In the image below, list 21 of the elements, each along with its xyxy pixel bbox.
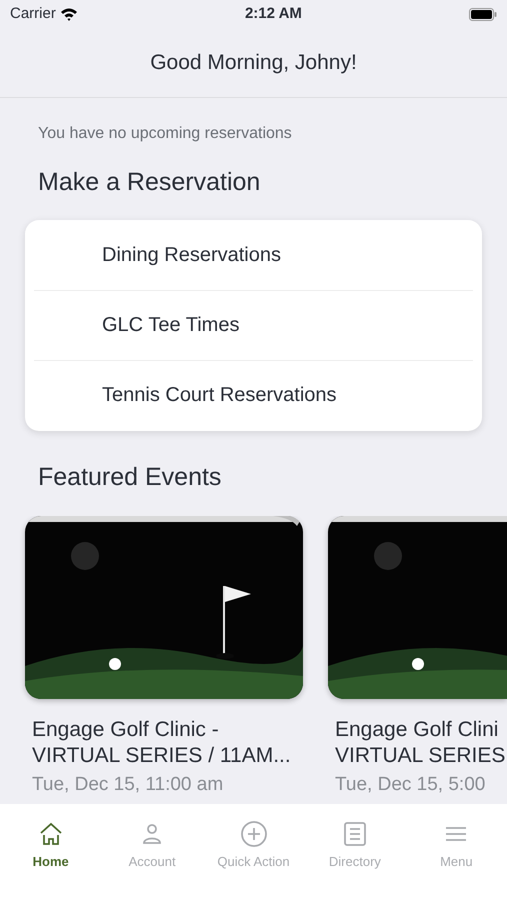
event-title: VIRTUAL SERIES / 11AM... — [32, 743, 291, 769]
event-date: Tue, Dec 15, 11:00 am — [32, 773, 224, 797]
event-title: Engage Golf Clini — [335, 717, 498, 743]
reservation-item[interactable]: GLC Tee Times — [34, 290, 473, 360]
notice-text: You have no upcoming reservations — [38, 124, 292, 144]
plus-icon — [240, 820, 268, 848]
event-card[interactable]: Engage Golf Clini VIRTUAL SERIES Tue, Dec 15, 5:00 — [328, 516, 507, 800]
battery-icon — [469, 8, 497, 20]
event-date: Tue, Dec 15, 5:00 — [335, 773, 486, 797]
reservation-item[interactable]: Tennis Court Reservations — [34, 360, 473, 430]
carrier-label: Carrier — [10, 4, 56, 24]
section-title: Make a Reservation — [38, 167, 260, 198]
greeting-title: Good Morning, Johny! — [150, 50, 357, 76]
event-title: VIRTUAL SERIES — [335, 743, 506, 769]
event-title: Engage Golf Clinic - — [32, 717, 219, 743]
clock-time: 2:12 AM — [244, 4, 302, 24]
reservation-item[interactable]: Dining Reservations — [34, 220, 473, 290]
wifi-icon — [60, 7, 78, 21]
section-title: Featured Events — [38, 462, 222, 492]
tab-item[interactable]: Home — [0, 820, 102, 872]
event-card[interactable]: Engage Golf Clinic - VIRTUAL SERIES / 11AM... Tue, Dec 15, 11:00 am — [25, 516, 303, 800]
